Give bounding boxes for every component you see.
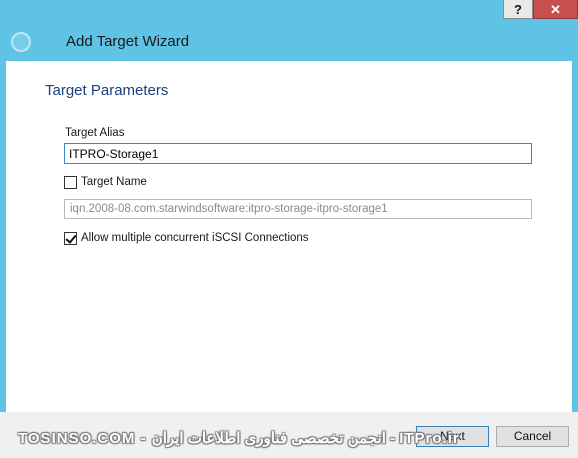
checkmark-icon bbox=[65, 232, 77, 244]
page-heading: Target Parameters bbox=[45, 82, 169, 99]
multiple-connections-checkbox[interactable] bbox=[64, 232, 77, 245]
watermark-text: TOSINSO.COM - انجمن تخصصی فناوری اطلاعات… bbox=[18, 430, 460, 447]
multiple-connections-label: Allow multiple concurrent iSCSI Connecti… bbox=[81, 232, 309, 244]
close-button[interactable]: ✕ bbox=[533, 0, 578, 19]
wizard-footer: Next Cancel TOSINSO.COM - انجمن تخصصی فن… bbox=[0, 412, 578, 458]
help-button[interactable]: ? bbox=[503, 0, 533, 19]
target-name-checkbox[interactable] bbox=[64, 176, 77, 189]
target-name-label: Target Name bbox=[81, 176, 147, 188]
target-name-input bbox=[64, 199, 532, 219]
wizard-content: Target Parameters Target Alias Target Na… bbox=[6, 61, 572, 412]
close-icon: ✕ bbox=[550, 2, 561, 17]
window-title: Add Target Wizard bbox=[66, 33, 190, 50]
target-alias-input[interactable] bbox=[64, 143, 532, 164]
cancel-button[interactable]: Cancel bbox=[496, 426, 569, 447]
target-alias-label: Target Alias bbox=[65, 127, 125, 139]
back-arrow-icon[interactable] bbox=[11, 32, 31, 52]
title-bar: ? ✕ Add Target Wizard bbox=[0, 0, 578, 60]
